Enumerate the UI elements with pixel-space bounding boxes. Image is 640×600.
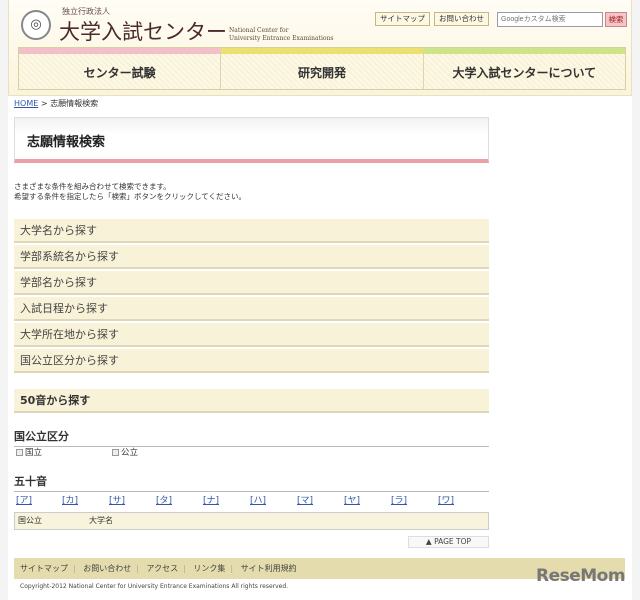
checkbox-national[interactable]: 国立 — [16, 446, 42, 458]
section-university-name[interactable]: 大学名から探す — [14, 219, 489, 243]
breadcrumb-home-link[interactable]: HOME — [14, 99, 38, 108]
kana-link-ya[interactable]: [ヤ] — [344, 493, 360, 506]
breadcrumb-current: 志願情報検索 — [50, 99, 99, 108]
main-nav: センター試験 研究開発 大学入試センターについて — [18, 47, 626, 90]
checkbox-icon[interactable] — [112, 449, 119, 456]
section-public-type[interactable]: 国公立区分から探す — [14, 349, 489, 373]
footer-link-links[interactable]: リンク集 — [193, 564, 225, 573]
org-name-logo[interactable]: 大学入試センター — [59, 16, 227, 46]
kana-link-sa[interactable]: [サ] — [109, 493, 125, 506]
footer-link-sitemap[interactable]: サイトマップ — [20, 564, 68, 573]
column-header-type: 国公立 — [18, 516, 42, 525]
footer-link-contact[interactable]: お問い合わせ — [83, 564, 131, 573]
kana-link-wa[interactable]: [ワ] — [438, 493, 454, 506]
section-faculty-name[interactable]: 学部名から探す — [14, 271, 489, 295]
results-table-header: 国公立 大学名 — [14, 512, 489, 530]
section-kana[interactable]: 50音から探す — [14, 389, 489, 413]
intro-line: 希望する条件を指定したら「検索」ボタンをクリックしてください。 — [14, 192, 247, 201]
kana-link-ka[interactable]: [カ] — [62, 493, 78, 506]
header: ◎ 独立行政法人 大学入試センター National Center for Uni… — [8, 0, 632, 96]
nav-research[interactable]: 研究開発 — [221, 48, 424, 89]
checkbox-label: 公立 — [121, 448, 139, 458]
org-en-line1: National Center for — [229, 27, 289, 34]
category-heading: 国公立区分 — [14, 428, 489, 447]
checkbox-icon[interactable] — [16, 449, 23, 456]
search-input[interactable] — [497, 12, 603, 27]
sitemap-button[interactable]: サイトマップ — [375, 12, 430, 26]
checkbox-public[interactable]: 公立 — [112, 446, 138, 458]
footer-link-access[interactable]: アクセス — [147, 564, 179, 573]
breadcrumb: HOME > 志願情報検索 — [14, 98, 98, 109]
kana-link-na[interactable]: [ナ] — [203, 493, 219, 506]
kana-link-ta[interactable]: [タ] — [156, 493, 172, 506]
intro-text: さまざまな条件を組み合わせて検索できます。 希望する条件を指定したら「検索」ボタン… — [14, 182, 246, 202]
section-location[interactable]: 大学所在地から探す — [14, 323, 489, 347]
kana-link-ha[interactable]: [ハ] — [250, 493, 266, 506]
footer-links: サイトマップ | お問い合わせ | アクセス | リンク集 | サイト利用規約 — [14, 558, 625, 579]
kana-link-ra[interactable]: [ラ] — [391, 493, 407, 506]
org-name-en: National Center for University Entrance E… — [229, 27, 333, 43]
page: ◎ 独立行政法人 大学入試センター National Center for Uni… — [8, 0, 632, 600]
checkbox-label: 国立 — [25, 448, 43, 458]
section-exam-schedule[interactable]: 入試日程から探す — [14, 297, 489, 321]
watermark-logo: ReseMom — [536, 566, 626, 586]
breadcrumb-separator: > — [40, 99, 48, 108]
copyright: Copyright-2012 National Center for Unive… — [20, 583, 289, 590]
footer-link-terms[interactable]: サイト利用規約 — [241, 564, 297, 573]
org-en-line2: University Entrance Examinations — [229, 35, 334, 42]
intro-line: さまざまな条件を組み合わせて検索できます。 — [14, 182, 171, 191]
contact-button[interactable]: お問い合わせ — [434, 12, 489, 26]
page-title: 志願情報検索 — [14, 117, 489, 163]
kana-link-ma[interactable]: [マ] — [297, 493, 313, 506]
nav-about[interactable]: 大学入試センターについて — [423, 48, 625, 89]
nav-center-exam[interactable]: センター試験 — [19, 48, 222, 89]
search-button[interactable]: 検索 — [605, 12, 627, 27]
logo-emblem-icon[interactable]: ◎ — [21, 10, 51, 40]
page-top-button[interactable]: ▲ PAGE TOP — [408, 536, 489, 548]
column-header-university: 大学名 — [89, 516, 113, 525]
kana-link-a[interactable]: [ア] — [16, 493, 32, 506]
section-faculty-category[interactable]: 学部系統名から探す — [14, 245, 489, 269]
kana-heading: 五十音 — [14, 473, 489, 492]
